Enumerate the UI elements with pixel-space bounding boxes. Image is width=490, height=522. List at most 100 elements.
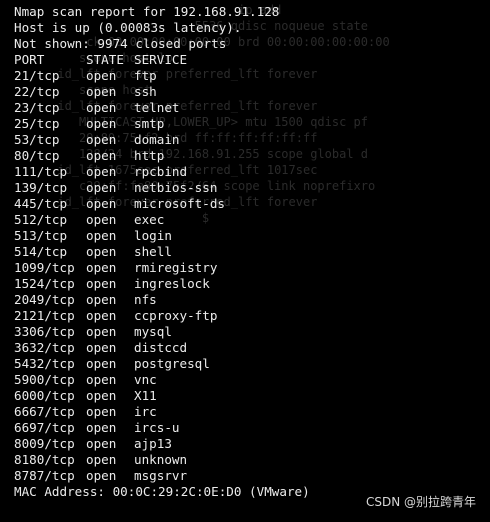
port-number: 25/tcp bbox=[14, 116, 60, 131]
port-service: http bbox=[134, 148, 165, 163]
port-service: mysql bbox=[134, 324, 172, 339]
port-state: open bbox=[86, 212, 117, 227]
port-row: 2121/tcp open ccproxy-ftp bbox=[14, 308, 484, 324]
port-row: 8009/tcp open ajp13 bbox=[14, 436, 484, 452]
port-number: 6000/tcp bbox=[14, 388, 75, 403]
port-row: 5432/tcp open postgresql bbox=[14, 356, 484, 372]
port-service: rpcbind bbox=[134, 164, 188, 179]
port-service: microsoft-ds bbox=[134, 196, 225, 211]
port-number: 80/tcp bbox=[14, 148, 60, 163]
port-service: X11 bbox=[134, 388, 157, 403]
port-number: 53/tcp bbox=[14, 132, 60, 147]
port-row: 513/tcp open login bbox=[14, 228, 484, 244]
port-state: open bbox=[86, 164, 117, 179]
port-state: open bbox=[86, 276, 117, 291]
port-row: 2049/tcp open nfs bbox=[14, 292, 484, 308]
port-state: open bbox=[86, 420, 117, 435]
port-row: 139/tcp open netbios-ssn bbox=[14, 180, 484, 196]
column-header-port: PORT bbox=[14, 52, 45, 67]
not-shown-line: Not shown: 9974 closed ports bbox=[14, 36, 227, 51]
port-service: ircs-u bbox=[134, 420, 180, 435]
port-state: open bbox=[86, 308, 117, 323]
port-row: 1524/tcp open ingreslock bbox=[14, 276, 484, 292]
port-state: open bbox=[86, 196, 117, 211]
port-state: open bbox=[86, 372, 117, 387]
port-state: open bbox=[86, 244, 117, 259]
port-state: open bbox=[86, 68, 117, 83]
port-row: 25/tcp open smtp bbox=[14, 116, 484, 132]
column-header-service: SERVICE bbox=[134, 52, 188, 67]
port-state: open bbox=[86, 292, 117, 307]
port-state: open bbox=[86, 148, 117, 163]
port-state: open bbox=[86, 468, 117, 483]
port-service: ajp13 bbox=[134, 436, 172, 451]
column-header-state: STATE bbox=[86, 52, 124, 67]
port-number: 6697/tcp bbox=[14, 420, 75, 435]
port-row: 6697/tcp open ircs-u bbox=[14, 420, 484, 436]
port-number: 2049/tcp bbox=[14, 292, 75, 307]
port-row: 6000/tcp open X11 bbox=[14, 388, 484, 404]
port-row: 111/tcp open rpcbind bbox=[14, 164, 484, 180]
port-service: domain bbox=[134, 132, 180, 147]
scan-report-line: Nmap scan report for 192.168.91.128 bbox=[14, 4, 280, 19]
port-number: 3632/tcp bbox=[14, 340, 75, 355]
port-state: open bbox=[86, 132, 117, 147]
port-number: 8009/tcp bbox=[14, 436, 75, 451]
port-number: 8787/tcp bbox=[14, 468, 75, 483]
port-service: irc bbox=[134, 404, 157, 419]
port-service: unknown bbox=[134, 452, 188, 467]
port-row: 445/tcp open microsoft-ds bbox=[14, 196, 484, 212]
port-service: exec bbox=[134, 212, 165, 227]
port-number: 23/tcp bbox=[14, 100, 60, 115]
port-number: 445/tcp bbox=[14, 196, 68, 211]
port-row: 22/tcp open ssh bbox=[14, 84, 484, 100]
port-row: 23/tcp open telnet bbox=[14, 100, 484, 116]
port-service: nfs bbox=[134, 292, 157, 307]
port-service: msgsrvr bbox=[134, 468, 188, 483]
port-state: open bbox=[86, 324, 117, 339]
port-table: 21/tcp open ftp 22/tcp open ssh 23/tcp open teln… bbox=[14, 68, 484, 484]
port-row: 3632/tcp open distccd bbox=[14, 340, 484, 356]
port-row: 3306/tcp open mysql bbox=[14, 324, 484, 340]
port-row: 6667/tcp open irc bbox=[14, 404, 484, 420]
port-row: 5900/tcp open vnc bbox=[14, 372, 484, 388]
port-state: open bbox=[86, 260, 117, 275]
port-row: 8787/tcp open msgsrvr bbox=[14, 468, 484, 484]
port-service: vnc bbox=[134, 372, 157, 387]
port-service: ssh bbox=[134, 84, 157, 99]
port-row: 512/tcp open exec bbox=[14, 212, 484, 228]
port-number: 514/tcp bbox=[14, 244, 68, 259]
port-service: smtp bbox=[134, 116, 165, 131]
port-number: 22/tcp bbox=[14, 84, 60, 99]
port-service: shell bbox=[134, 244, 172, 259]
port-row: 53/tcp open domain bbox=[14, 132, 484, 148]
port-service: login bbox=[134, 228, 172, 243]
port-state: open bbox=[86, 388, 117, 403]
port-number: 513/tcp bbox=[14, 228, 68, 243]
port-state: open bbox=[86, 116, 117, 131]
port-table-header: PORT STATE SERVICE bbox=[14, 52, 484, 68]
port-service: distccd bbox=[134, 340, 188, 355]
port-service: ingreslock bbox=[134, 276, 210, 291]
port-number: 21/tcp bbox=[14, 68, 60, 83]
port-state: open bbox=[86, 100, 117, 115]
port-state: open bbox=[86, 436, 117, 451]
terminal-output: Nmap scan report for 192.168.91.128 Host… bbox=[14, 4, 484, 500]
port-number: 512/tcp bbox=[14, 212, 68, 227]
port-state: open bbox=[86, 84, 117, 99]
port-number: 139/tcp bbox=[14, 180, 68, 195]
port-number: 3306/tcp bbox=[14, 324, 75, 339]
port-state: open bbox=[86, 452, 117, 467]
port-state: open bbox=[86, 404, 117, 419]
watermark: CSDN @别拉跨青年 bbox=[365, 495, 476, 509]
port-row: 1099/tcp open rmiregistry bbox=[14, 260, 484, 276]
port-service: netbios-ssn bbox=[134, 180, 218, 195]
port-service: ccproxy-ftp bbox=[134, 308, 218, 323]
host-status-line: Host is up (0.00083s latency). bbox=[14, 20, 242, 35]
port-service: ftp bbox=[134, 68, 157, 83]
port-state: open bbox=[86, 228, 117, 243]
port-service: rmiregistry bbox=[134, 260, 218, 275]
port-state: open bbox=[86, 340, 117, 355]
port-number: 5432/tcp bbox=[14, 356, 75, 371]
port-row: 80/tcp open http bbox=[14, 148, 484, 164]
